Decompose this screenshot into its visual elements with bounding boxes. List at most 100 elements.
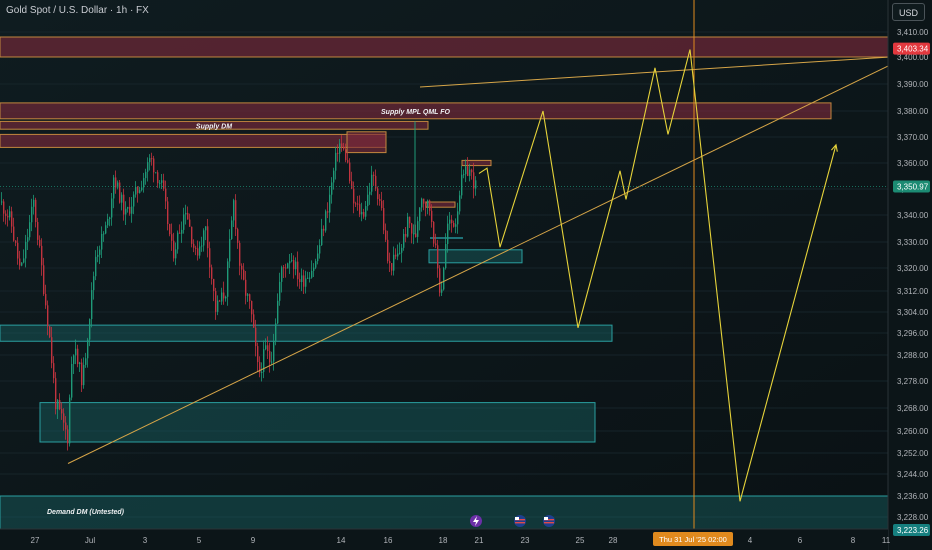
candle-body (331, 182, 333, 195)
candle-body (67, 429, 69, 444)
candle-body (473, 172, 475, 189)
candle-body (265, 345, 267, 350)
x-tick-label: 6 (798, 536, 803, 545)
candle-body (455, 224, 457, 227)
zone-label: Supply DM (196, 123, 232, 130)
price-chart[interactable]: Supply MPL QML FO Supply DM Demand DM (Unt… (0, 0, 932, 550)
candle-body (405, 233, 407, 237)
y-tick-label: 3,228.00 (897, 513, 929, 522)
y-tick-label: 3,410.00 (897, 28, 929, 37)
candle-body (135, 186, 137, 195)
candle-body (111, 198, 113, 218)
candle-body (109, 217, 111, 219)
candle-body (19, 258, 21, 266)
candle-body (221, 292, 223, 302)
candle-body (183, 214, 185, 230)
candle-body (427, 200, 429, 207)
price-label: 3,403.34 (897, 45, 929, 54)
candle-body (227, 261, 229, 297)
candle-body (71, 363, 73, 398)
y-tick-label: 3,244.00 (897, 470, 929, 479)
candle-body (107, 218, 109, 226)
candle-body (195, 247, 197, 249)
candle-body (373, 174, 375, 176)
candle-body (91, 290, 93, 320)
candle-body (303, 275, 305, 287)
candle-body (365, 206, 367, 217)
candle-body (311, 270, 313, 278)
x-tick-label: 16 (384, 536, 393, 545)
candle-body (69, 397, 71, 444)
candle-body (43, 265, 45, 294)
y-tick-label: 3,380.00 (897, 107, 929, 116)
candle-body (77, 348, 79, 365)
candle-body (415, 233, 417, 237)
candle-body (129, 207, 131, 214)
candle-body (87, 339, 89, 359)
candle-body (301, 275, 303, 283)
symbol-title[interactable]: Gold Spot / U.S. Dollar · 1h · FX (6, 5, 149, 16)
candle-body (457, 211, 459, 225)
y-tick-label: 3,260.00 (897, 427, 929, 436)
lightning-event-icon[interactable] (470, 515, 482, 527)
candle-body (353, 188, 355, 204)
candle-body (229, 239, 231, 262)
us-flag-event-icon[interactable] (543, 515, 555, 527)
candle-body (41, 245, 43, 266)
candle-body (65, 422, 67, 430)
y-tick-label: 3,370.00 (897, 133, 929, 142)
candle-body (443, 268, 445, 290)
candle-body (163, 180, 165, 189)
candle-body (349, 162, 351, 182)
candle-body (317, 253, 319, 262)
candle-body (253, 314, 255, 328)
us-flag-event-icon[interactable] (514, 515, 526, 527)
candle-body (209, 248, 211, 268)
candle-body (9, 211, 11, 218)
candle-body (279, 281, 281, 301)
candle-body (289, 261, 291, 264)
x-tick-label: 28 (609, 536, 618, 545)
candle-body (167, 201, 169, 225)
candle-body (131, 206, 133, 214)
y-tick-label: 3,330.00 (897, 238, 929, 247)
y-tick-label: 3,304.00 (897, 308, 929, 317)
candle-body (435, 243, 437, 246)
candle-body (343, 146, 345, 150)
price-label: 3,223.26 (897, 526, 929, 535)
candle-body (185, 212, 187, 215)
supply-zone (461, 159, 492, 167)
y-tick-label: 3,278.00 (897, 377, 929, 386)
candle-body (377, 188, 379, 199)
candle-body (63, 413, 65, 423)
candle-body (215, 291, 217, 312)
x-tick-label: 8 (851, 536, 856, 545)
candle-body (401, 247, 403, 253)
candle-body (299, 279, 301, 283)
crosshair-time-label: Thu 31 Jul '25 02:00 (659, 535, 727, 544)
candle-body (413, 233, 415, 235)
candle-body (307, 277, 309, 279)
candle-body (143, 178, 145, 188)
candle-body (203, 230, 205, 246)
currency-button[interactable]: USD (892, 3, 925, 21)
candle-body (347, 160, 349, 163)
candle-body (345, 149, 347, 161)
candle-body (169, 224, 171, 235)
candle-body (431, 210, 433, 222)
candle-body (463, 174, 465, 176)
candle-body (323, 228, 325, 231)
candle-body (321, 228, 323, 246)
candle-body (175, 249, 177, 259)
candle-body (459, 195, 461, 212)
candle-body (261, 371, 263, 373)
candle-body (225, 296, 227, 299)
demand-zone (428, 249, 523, 264)
candle-body (395, 254, 397, 257)
candle-body (409, 216, 411, 224)
candle-body (247, 294, 249, 296)
candle-body (381, 200, 383, 209)
candle-body (61, 409, 63, 414)
candle-body (219, 300, 221, 302)
candle-body (83, 364, 85, 386)
